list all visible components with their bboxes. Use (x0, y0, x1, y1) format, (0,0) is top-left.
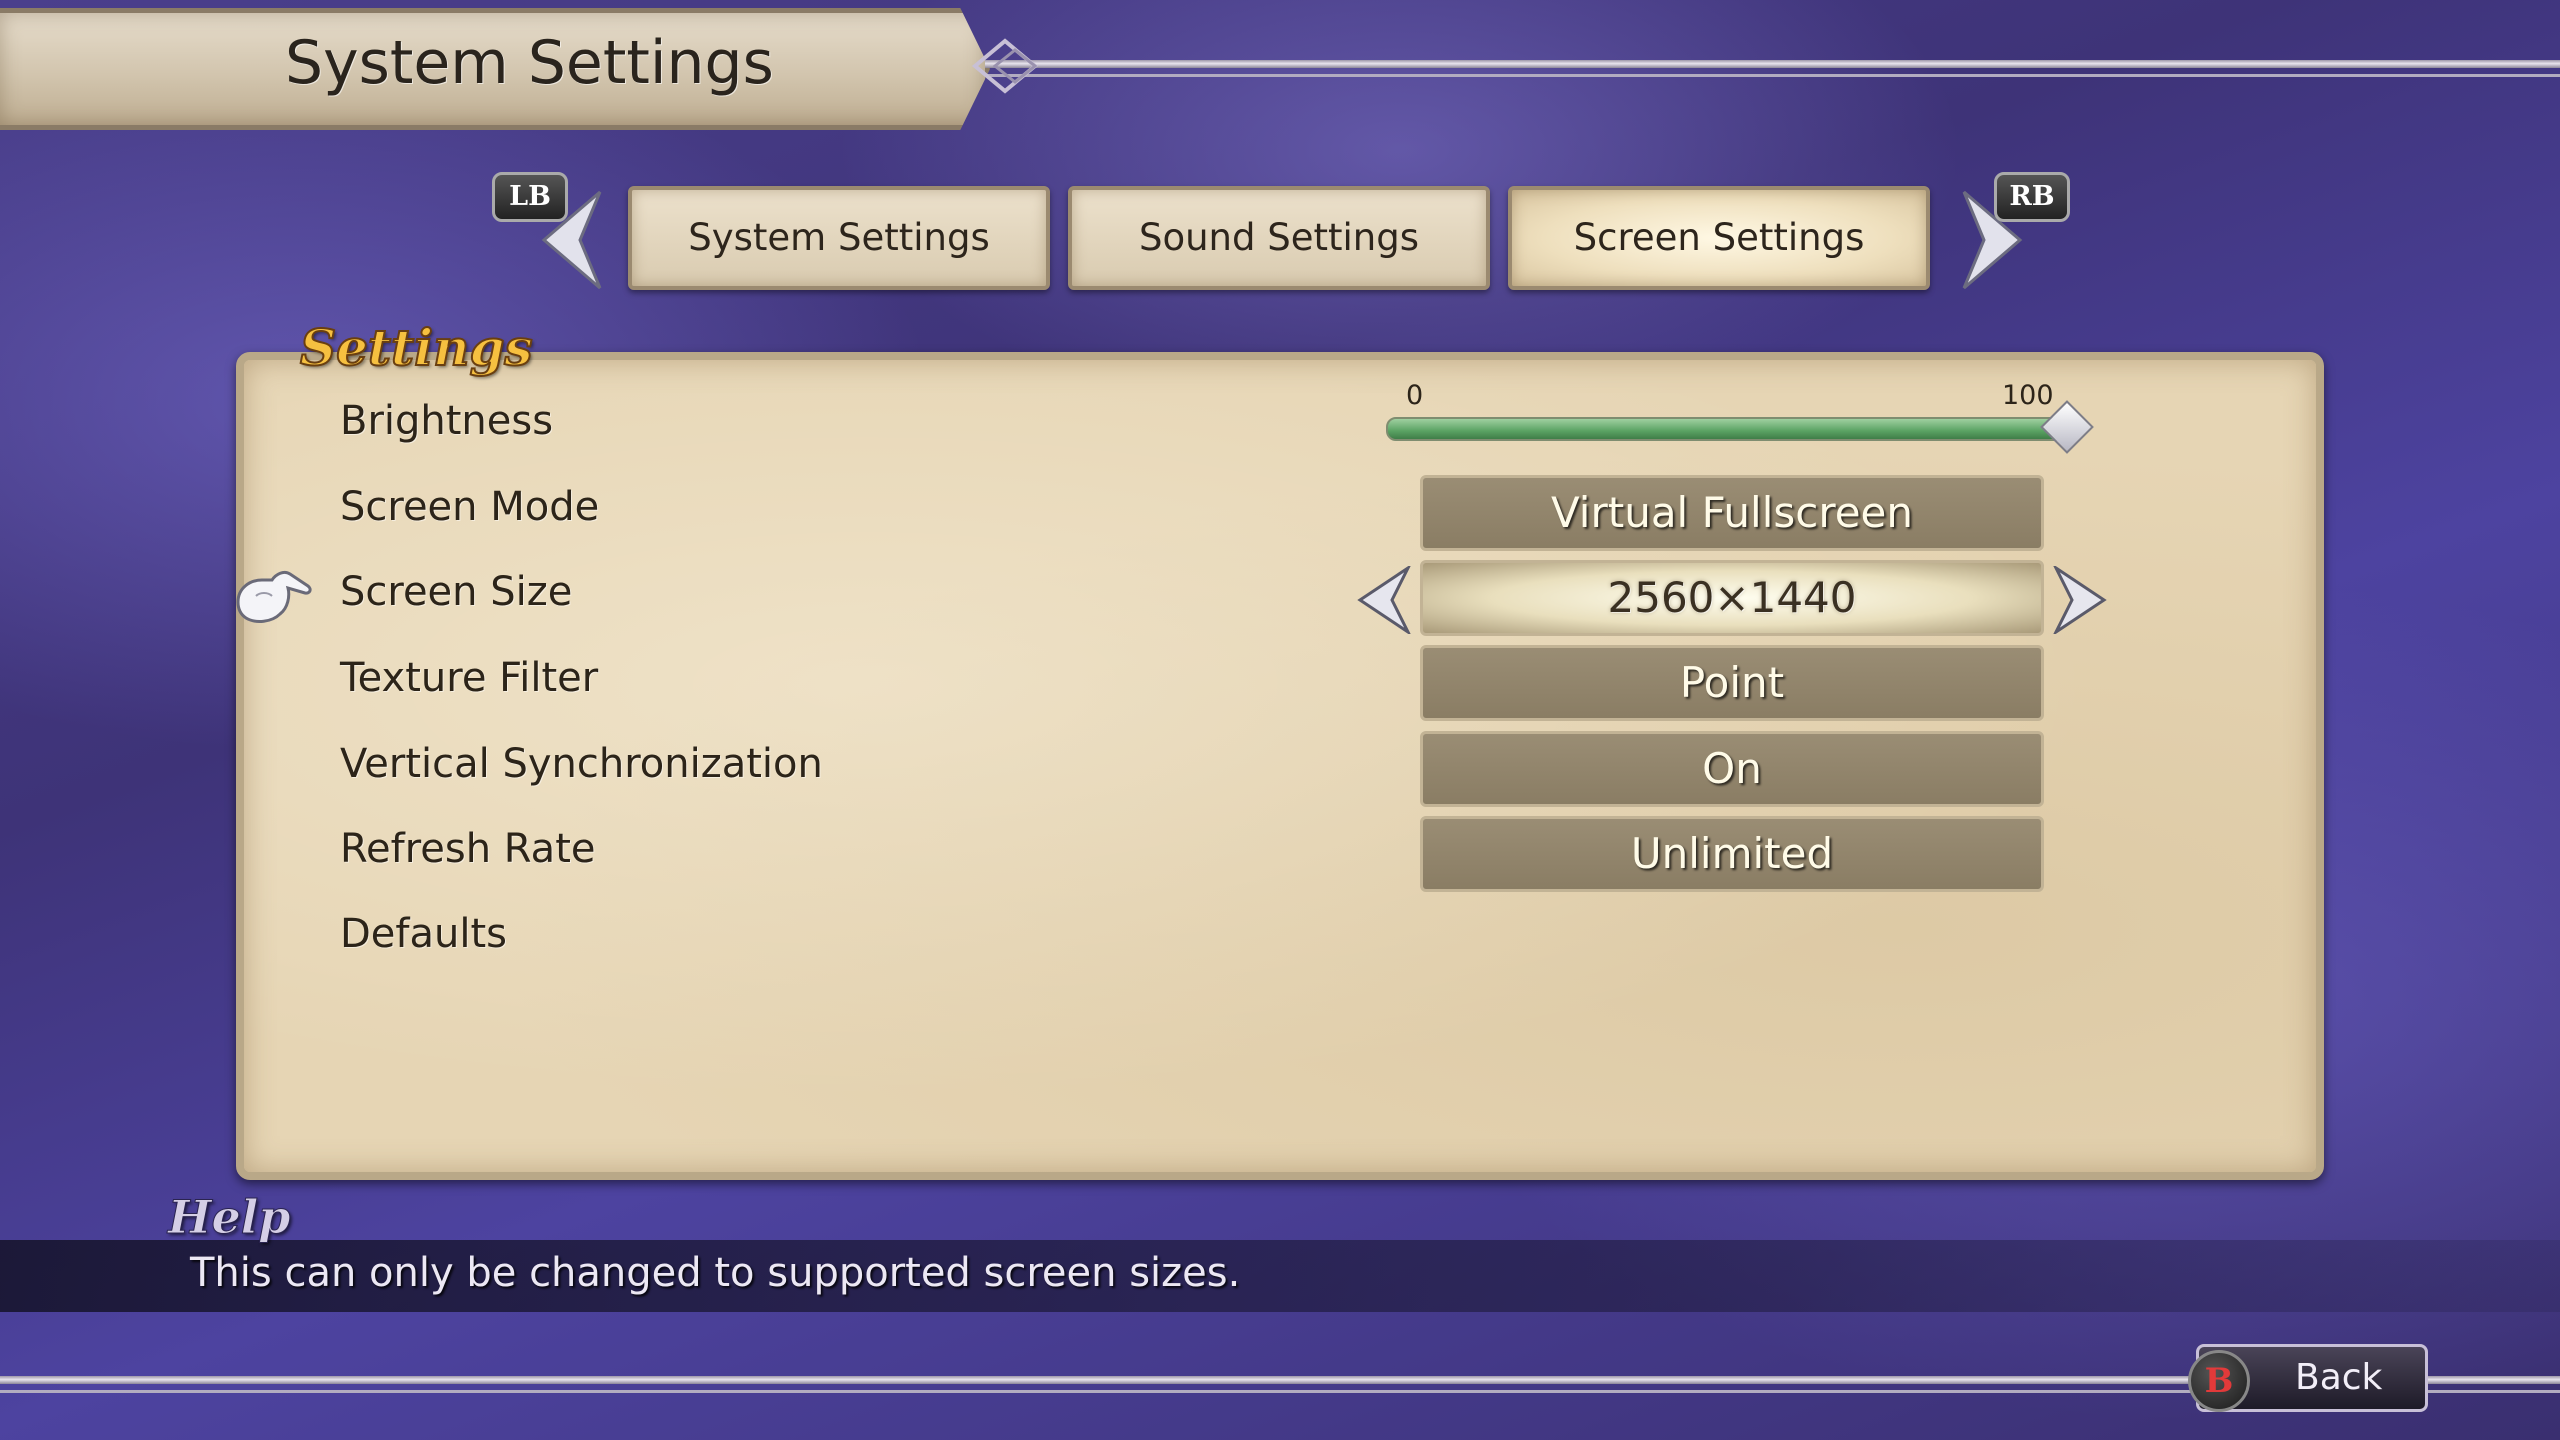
help-text: This can only be changed to supported sc… (190, 1250, 1241, 1296)
screen-size-prev-arrow-icon[interactable] (1356, 566, 1412, 634)
screen-size-next-arrow-icon[interactable] (2052, 566, 2108, 634)
row-defaults-label[interactable]: Defaults (340, 911, 507, 957)
brightness-min-label: 0 (1406, 380, 1424, 411)
header-divider-thin (985, 74, 2560, 77)
vsync-value[interactable]: On (1420, 731, 2044, 807)
b-button-icon: B (2188, 1350, 2250, 1412)
row-vsync-label[interactable]: Vertical Synchronization (340, 741, 823, 787)
tab-sound-settings[interactable]: Sound Settings (1068, 186, 1490, 290)
row-screen-mode-label[interactable]: Screen Mode (340, 484, 599, 530)
refresh-rate-value[interactable]: Unlimited (1420, 816, 2044, 892)
brightness-slider[interactable] (1386, 417, 2070, 441)
header-divider (985, 60, 2560, 68)
ornament-icon (971, 38, 1039, 94)
tab-screen-settings[interactable]: Screen Settings (1508, 186, 1930, 290)
rb-badge: RB (1994, 172, 2070, 222)
tab-system-settings[interactable]: System Settings (628, 186, 1050, 290)
settings-panel-title: Settings (299, 317, 534, 378)
row-refresh-rate-label[interactable]: Refresh Rate (340, 826, 596, 872)
texture-filter-value[interactable]: Point (1420, 645, 2044, 721)
page-title: System Settings (285, 28, 774, 98)
row-brightness-label[interactable]: Brightness (340, 398, 553, 444)
help-title: Help (167, 1190, 291, 1245)
tab-prev-arrow-icon[interactable] (540, 190, 604, 290)
screen-mode-value[interactable]: Virtual Fullscreen (1420, 475, 2044, 551)
row-screen-size-label[interactable]: Screen Size (340, 569, 572, 615)
row-texture-filter-label[interactable]: Texture Filter (340, 655, 598, 701)
pointing-hand-cursor-icon (236, 570, 312, 623)
brightness-max-label: 100 (2002, 380, 2054, 411)
footer-divider (0, 1376, 2560, 1384)
screen-size-value[interactable]: 2560×1440 (1420, 560, 2044, 636)
footer-divider-thin (0, 1390, 2560, 1393)
